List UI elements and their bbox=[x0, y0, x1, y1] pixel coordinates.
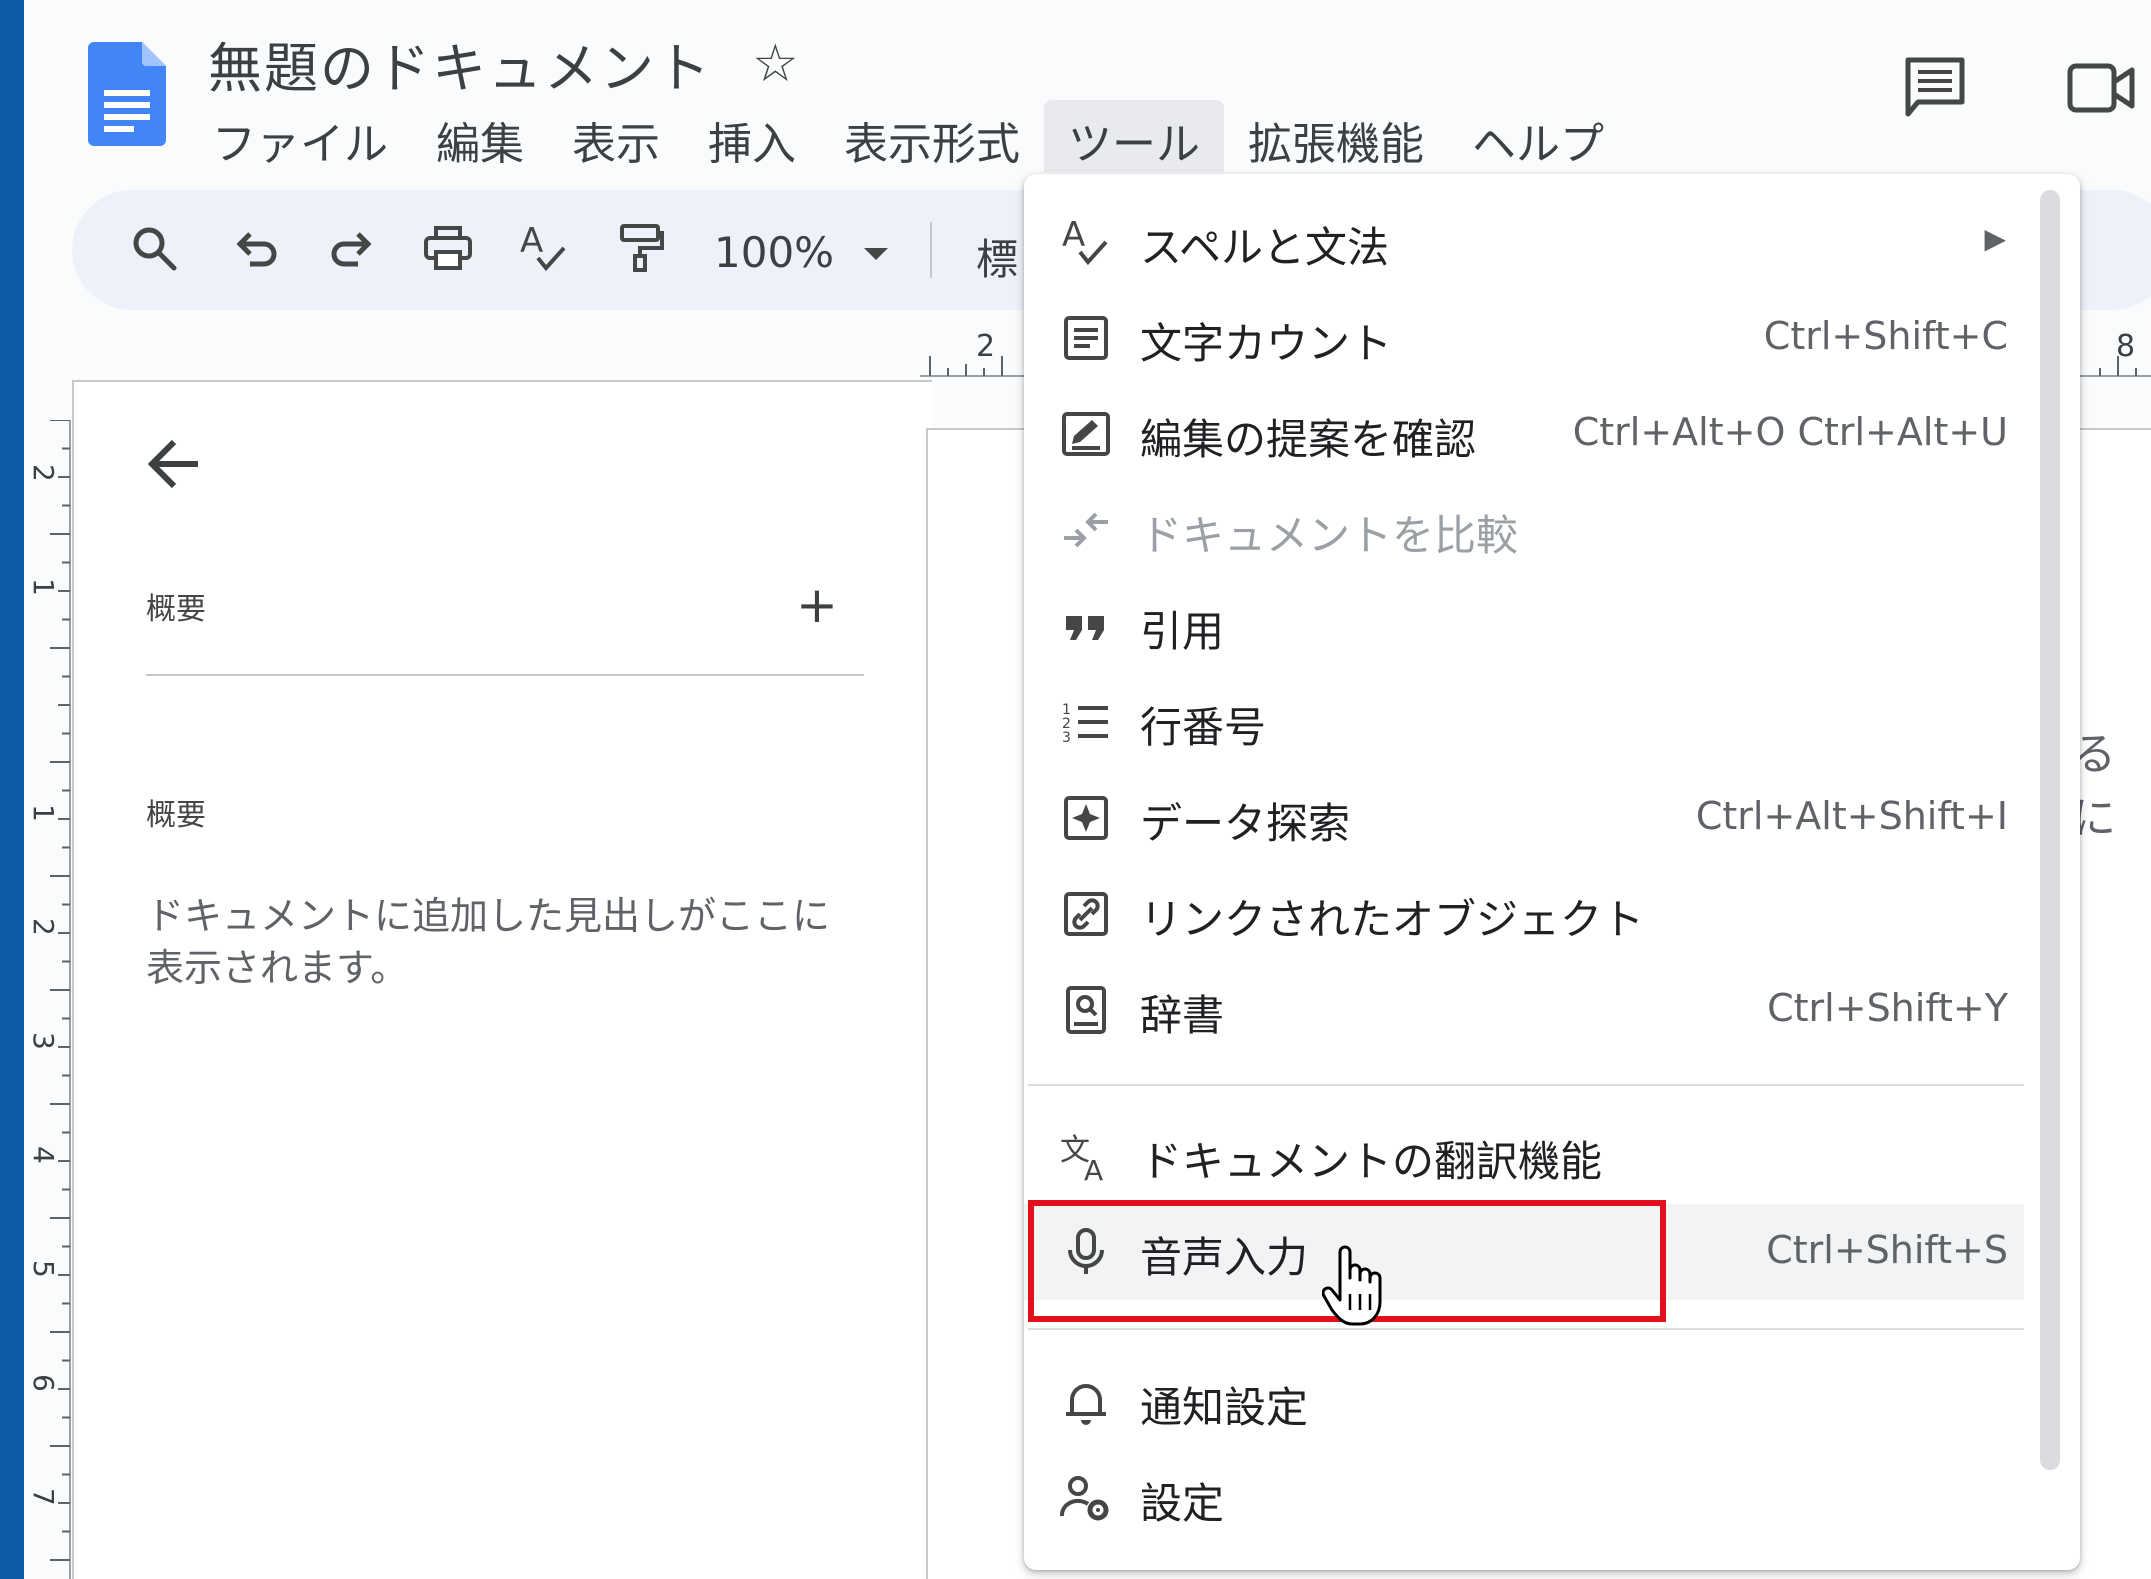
ruler-label: 2 bbox=[27, 464, 60, 482]
menu-item-label: スペルと文法 bbox=[1140, 223, 1390, 272]
menu-divider bbox=[1028, 1084, 2024, 1086]
menu-item-shortcut: Ctrl+Shift+C bbox=[1763, 314, 2008, 358]
submenu-arrow-icon: ▶ bbox=[1984, 222, 2006, 255]
ruler-label: 8 bbox=[2116, 330, 2135, 364]
svg-text:A: A bbox=[520, 222, 543, 261]
vertical-ruler: 2 1 1 2 3 4 5 6 7 bbox=[27, 420, 71, 1579]
comment-icon[interactable] bbox=[1904, 56, 1966, 118]
ruler-label: 6 bbox=[27, 1374, 60, 1392]
menu-item-shortcut: Ctrl+Alt+Shift+I bbox=[1695, 794, 2008, 838]
svg-text:A: A bbox=[1084, 1154, 1103, 1182]
menu-divider bbox=[1028, 1328, 2024, 1330]
dictionary-icon bbox=[1066, 986, 1106, 1034]
video-call-icon[interactable] bbox=[2066, 60, 2136, 116]
menu-format[interactable]: 表示形式 bbox=[820, 100, 1044, 172]
star-icon[interactable]: ☆ bbox=[752, 34, 799, 94]
menu-item-line-numbers[interactable]: 1 2 3 行番号 bbox=[1024, 674, 2024, 770]
menu-item-word-count[interactable]: 文字カウント Ctrl+Shift+C bbox=[1024, 290, 2024, 386]
svg-text:3: 3 bbox=[1062, 730, 1071, 746]
menu-item-label: 引用 bbox=[1140, 607, 1225, 656]
menu-item-shortcut: Ctrl+Alt+O Ctrl+Alt+U bbox=[1572, 410, 2008, 454]
menu-item-label: 設定 bbox=[1140, 1479, 1225, 1528]
quote-icon bbox=[1066, 616, 1104, 640]
menu-scrollbar[interactable] bbox=[2040, 190, 2060, 1470]
line-numbers-icon: 1 2 3 bbox=[1062, 702, 1108, 746]
menu-item-shortcut: Ctrl+Shift+S bbox=[1766, 1228, 2008, 1272]
ruler-label: 3 bbox=[27, 1032, 60, 1050]
menu-item-spelling-grammar[interactable]: A スペルと文法 ▶ bbox=[1024, 194, 2024, 290]
ruler-label: 2 bbox=[976, 330, 995, 364]
ruler-label: 1 bbox=[27, 804, 60, 822]
menu-file[interactable]: ファイル bbox=[188, 100, 412, 172]
menu-item-label: ドキュメントの翻訳機能 bbox=[1140, 1137, 1603, 1186]
menu-edit[interactable]: 編集 bbox=[412, 100, 548, 172]
redo-icon[interactable] bbox=[326, 222, 378, 274]
tools-menu: A スペルと文法 ▶ 文字カウント Ctrl+Shift+C 編集の提案を確認 … bbox=[1024, 174, 2080, 1570]
menu-item-notification-settings[interactable]: 通知設定 bbox=[1024, 1354, 2024, 1450]
add-summary-button[interactable]: + bbox=[796, 576, 838, 634]
print-icon[interactable] bbox=[422, 222, 474, 274]
menu-item-review-edits[interactable]: 編集の提案を確認 Ctrl+Alt+O Ctrl+Alt+U bbox=[1024, 386, 2024, 482]
explore-icon bbox=[1064, 796, 1108, 840]
menu-item-preferences[interactable]: 設定 bbox=[1024, 1450, 2024, 1546]
menu-item-label: 辞書 bbox=[1140, 991, 1225, 1040]
ruler-label: 5 bbox=[27, 1260, 60, 1278]
menu-item-label: 文字カウント bbox=[1140, 319, 1393, 368]
review-edits-icon bbox=[1062, 412, 1110, 456]
ruler-label: 1 bbox=[27, 578, 60, 596]
outline-heading: 概要 bbox=[146, 798, 206, 833]
document-title[interactable]: 無題のドキュメント bbox=[208, 24, 712, 103]
zoom-select[interactable]: 100% bbox=[714, 228, 834, 277]
menu-extensions[interactable]: 拡張機能 bbox=[1224, 100, 1448, 172]
menu-item-compare-documents: ドキュメントを比較 bbox=[1024, 482, 2024, 578]
menu-item-translate-document[interactable]: 文 A ドキュメントの翻訳機能 bbox=[1024, 1108, 2024, 1204]
svg-text:A: A bbox=[1062, 216, 1085, 255]
menu-item-citations[interactable]: 引用 bbox=[1024, 578, 2024, 674]
back-arrow-icon[interactable] bbox=[146, 434, 206, 494]
ruler-label: 4 bbox=[27, 1146, 60, 1164]
menubar: ファイル 編集 表示 挿入 表示形式 ツール 拡張機能 ヘルプ bbox=[188, 100, 1628, 172]
outline-empty-hint: ドキュメントに追加した見出しがここに表示されます。 bbox=[146, 894, 831, 990]
menu-insert[interactable]: 挿入 bbox=[684, 100, 820, 172]
translate-icon: 文 A bbox=[1060, 1133, 1103, 1182]
menu-item-label: 行番号 bbox=[1140, 703, 1267, 752]
menu-item-linked-objects[interactable]: リンクされたオブジェクト bbox=[1024, 866, 2024, 962]
docs-logo-icon[interactable] bbox=[88, 42, 166, 146]
menu-item-label: リンクされたオブジェクト bbox=[1140, 895, 1645, 944]
bell-icon bbox=[1066, 1384, 1106, 1425]
paint-format-icon[interactable] bbox=[614, 222, 666, 274]
hand-cursor-icon bbox=[1322, 1245, 1382, 1326]
summary-heading: 概要 bbox=[146, 592, 206, 627]
window-edge bbox=[0, 0, 24, 1579]
outline-divider bbox=[146, 674, 864, 676]
undo-icon[interactable] bbox=[230, 222, 282, 274]
menu-help[interactable]: ヘルプ bbox=[1448, 100, 1628, 172]
ruler-label: 7 bbox=[27, 1488, 60, 1506]
word-count-icon bbox=[1064, 316, 1108, 360]
search-icon[interactable] bbox=[128, 222, 180, 274]
linked-objects-icon bbox=[1064, 892, 1108, 936]
spellcheck-icon: A bbox=[1062, 216, 1108, 266]
ruler-label: 2 bbox=[27, 918, 60, 936]
chevron-down-icon[interactable] bbox=[864, 248, 888, 260]
menu-item-explore[interactable]: データ探索 Ctrl+Alt+Shift+I bbox=[1024, 770, 2024, 866]
paragraph-style-select[interactable]: 標 bbox=[976, 226, 1018, 287]
menu-item-label: 通知設定 bbox=[1140, 1383, 1309, 1432]
menu-view[interactable]: 表示 bbox=[548, 100, 684, 172]
spellcheck-icon[interactable]: A bbox=[518, 222, 570, 274]
compare-icon bbox=[1064, 512, 1108, 548]
menu-item-label: データ探索 bbox=[1140, 799, 1351, 848]
page-text-fragment: るに bbox=[2072, 729, 2116, 844]
menu-item-label: ドキュメントを比較 bbox=[1140, 511, 1519, 560]
menu-item-shortcut: Ctrl+Shift+Y bbox=[1767, 986, 2008, 1030]
menu-tools[interactable]: ツール bbox=[1044, 100, 1224, 172]
settings-icon bbox=[1060, 1476, 1109, 1521]
toolbar-divider bbox=[930, 222, 932, 278]
menu-item-label: 編集の提案を確認 bbox=[1140, 415, 1477, 464]
menu-item-dictionary[interactable]: 辞書 Ctrl+Shift+Y bbox=[1024, 962, 2024, 1058]
